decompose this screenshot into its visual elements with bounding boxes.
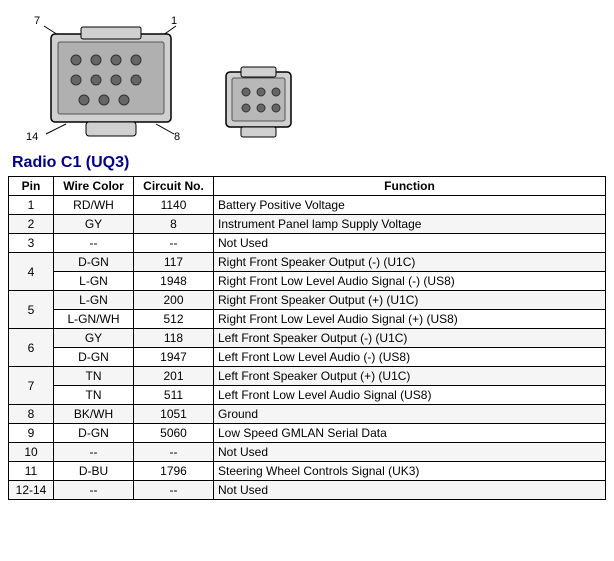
cell-circuit: 200 (134, 291, 214, 310)
cell-wire: BK/WH (54, 405, 134, 424)
header-wire: Wire Color (54, 177, 134, 196)
connector-main-diagram: 7 1 (16, 12, 196, 142)
cell-wire: -- (54, 443, 134, 462)
cell-function: Right Front Speaker Output (-) (U1C) (214, 253, 606, 272)
table-row: 5L-GN200Right Front Speaker Output (+) (… (9, 291, 606, 310)
svg-text:1: 1 (171, 15, 177, 27)
svg-text:7: 7 (34, 15, 40, 27)
cell-pin: 7 (9, 367, 54, 405)
cell-wire: L-GN (54, 272, 134, 291)
cell-circuit: 8 (134, 215, 214, 234)
cell-function: Right Front Low Level Audio Signal (+) (… (214, 310, 606, 329)
cell-function: Right Front Speaker Output (+) (U1C) (214, 291, 606, 310)
cell-function: Not Used (214, 443, 606, 462)
cell-wire: TN (54, 367, 134, 386)
cell-pin: 9 (9, 424, 54, 443)
table-row: 11D-BU1796Steering Wheel Controls Signal… (9, 462, 606, 481)
cell-circuit: 1948 (134, 272, 214, 291)
cell-function: Steering Wheel Controls Signal (UK3) (214, 462, 606, 481)
header-pin: Pin (9, 177, 54, 196)
cell-circuit: 1947 (134, 348, 214, 367)
cell-circuit: 118 (134, 329, 214, 348)
cell-function: Ground (214, 405, 606, 424)
table-row: L-GN1948Right Front Low Level Audio Sign… (9, 272, 606, 291)
cell-pin: 6 (9, 329, 54, 367)
cell-wire: -- (54, 234, 134, 253)
cell-circuit: 1051 (134, 405, 214, 424)
cell-function: Not Used (214, 481, 606, 500)
table-row: 8BK/WH1051Ground (9, 405, 606, 424)
table-row: D-GN1947Left Front Low Level Audio (-) (… (9, 348, 606, 367)
cell-function: Right Front Low Level Audio Signal (-) (… (214, 272, 606, 291)
cell-pin: 4 (9, 253, 54, 291)
cell-circuit: 1140 (134, 196, 214, 215)
cell-pin: 3 (9, 234, 54, 253)
table-row: 6GY118Left Front Speaker Output (-) (U1C… (9, 329, 606, 348)
cell-pin: 12-14 (9, 481, 54, 500)
table-row: TN511Left Front Low Level Audio Signal (… (9, 386, 606, 405)
cell-wire: GY (54, 215, 134, 234)
header-function: Function (214, 177, 606, 196)
table-title: Radio C1 (UQ3) (8, 154, 606, 172)
cell-wire: D-GN (54, 424, 134, 443)
table-row: L-GN/WH512Right Front Low Level Audio Si… (9, 310, 606, 329)
cell-wire: GY (54, 329, 134, 348)
cell-wire: RD/WH (54, 196, 134, 215)
cell-function: Left Front Speaker Output (+) (U1C) (214, 367, 606, 386)
cell-function: Left Front Low Level Audio Signal (US8) (214, 386, 606, 405)
cell-wire: TN (54, 386, 134, 405)
table-row: 12-14----Not Used (9, 481, 606, 500)
cell-pin: 5 (9, 291, 54, 329)
cell-function: Low Speed GMLAN Serial Data (214, 424, 606, 443)
cell-circuit: 1796 (134, 462, 214, 481)
cell-pin: 10 (9, 443, 54, 462)
cell-pin: 2 (9, 215, 54, 234)
cell-function: Battery Positive Voltage (214, 196, 606, 215)
cell-pin: 8 (9, 405, 54, 424)
cell-function: Left Front Low Level Audio (-) (US8) (214, 348, 606, 367)
cell-circuit: 511 (134, 386, 214, 405)
cell-function: Left Front Speaker Output (-) (U1C) (214, 329, 606, 348)
cell-function: Not Used (214, 234, 606, 253)
cell-wire: L-GN (54, 291, 134, 310)
cell-circuit: -- (134, 234, 214, 253)
cell-wire: D-GN (54, 253, 134, 272)
wiring-table: Pin Wire Color Circuit No. Function 1RD/… (8, 176, 606, 500)
cell-pin: 11 (9, 462, 54, 481)
svg-text:8: 8 (174, 131, 180, 143)
table-row: 1RD/WH1140Battery Positive Voltage (9, 196, 606, 215)
cell-circuit: 512 (134, 310, 214, 329)
cell-wire: L-GN/WH (54, 310, 134, 329)
table-row: 10----Not Used (9, 443, 606, 462)
connector-small-diagram (216, 62, 296, 142)
cell-wire: D-BU (54, 462, 134, 481)
cell-pin: 1 (9, 196, 54, 215)
cell-function: Instrument Panel lamp Supply Voltage (214, 215, 606, 234)
table-row: 7TN201Left Front Speaker Output (+) (U1C… (9, 367, 606, 386)
table-row: 3----Not Used (9, 234, 606, 253)
svg-text:14: 14 (26, 131, 38, 143)
cell-circuit: -- (134, 443, 214, 462)
cell-wire: -- (54, 481, 134, 500)
cell-circuit: -- (134, 481, 214, 500)
diagram-area: 7 1 (8, 8, 606, 146)
cell-wire: D-GN (54, 348, 134, 367)
cell-circuit: 5060 (134, 424, 214, 443)
table-row: 9D-GN5060Low Speed GMLAN Serial Data (9, 424, 606, 443)
header-circuit: Circuit No. (134, 177, 214, 196)
cell-circuit: 201 (134, 367, 214, 386)
cell-circuit: 117 (134, 253, 214, 272)
table-row: 2GY8Instrument Panel lamp Supply Voltage (9, 215, 606, 234)
table-row: 4D-GN117Right Front Speaker Output (-) (… (9, 253, 606, 272)
